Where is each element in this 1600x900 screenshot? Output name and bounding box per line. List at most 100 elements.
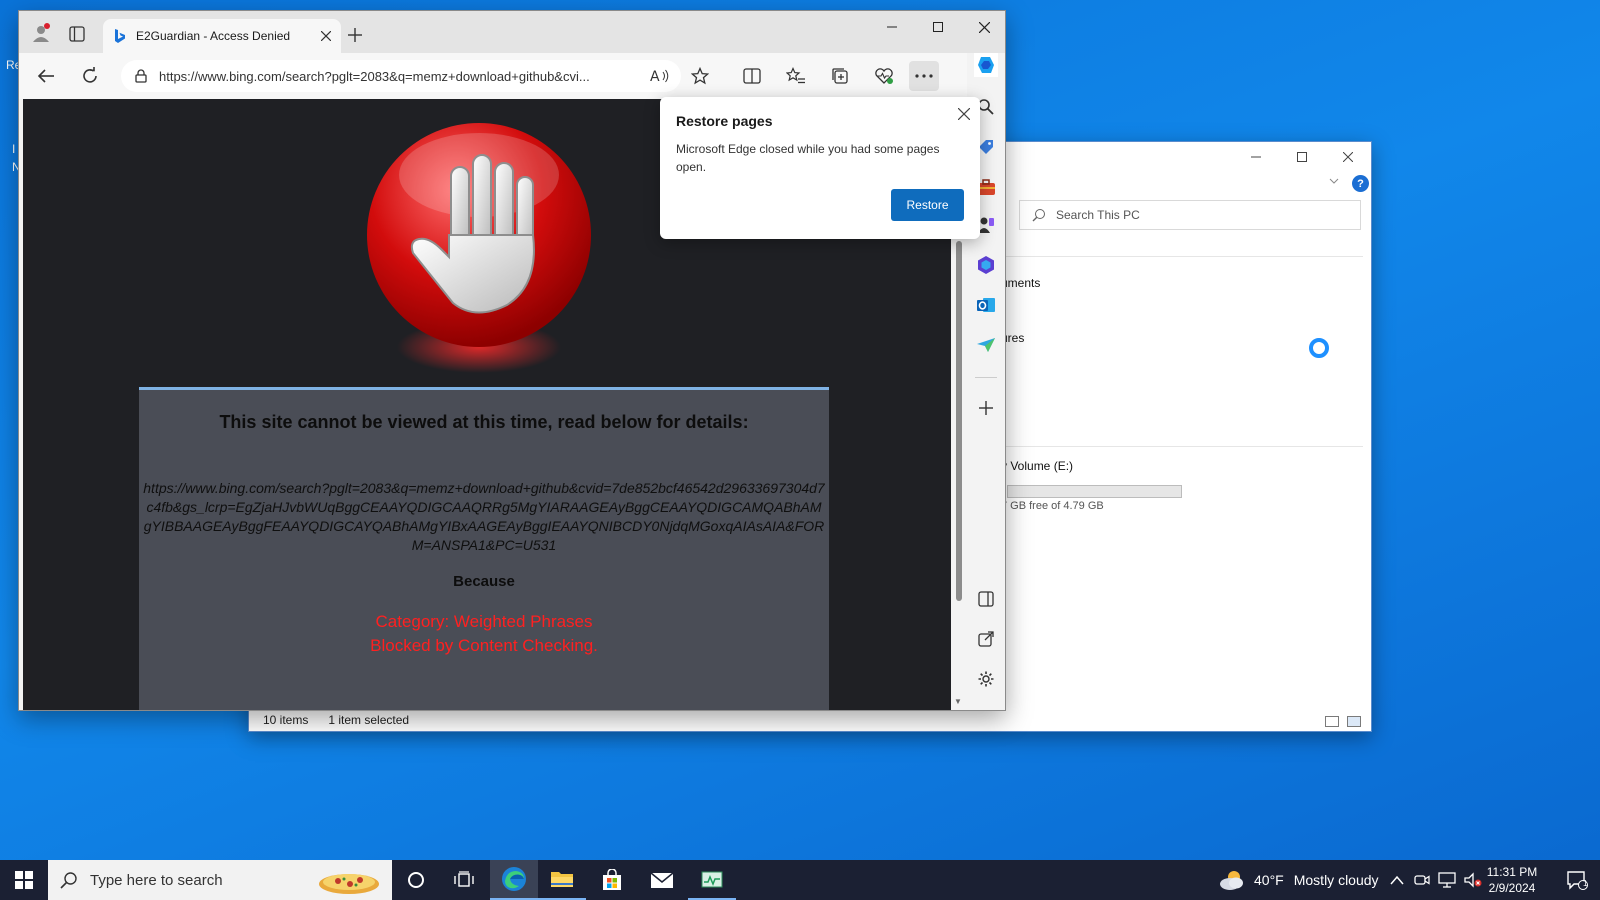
sidebar-divider bbox=[975, 377, 997, 378]
profile-avatar-icon[interactable] bbox=[29, 21, 53, 45]
divider bbox=[1001, 256, 1363, 257]
minimize-button[interactable] bbox=[1233, 142, 1279, 172]
stop-hand-icon bbox=[367, 123, 591, 373]
block-category: Category: Weighted Phrases bbox=[375, 612, 593, 631]
more-dots-icon bbox=[915, 74, 933, 78]
mail-button[interactable] bbox=[638, 860, 686, 900]
settings-and-more-button[interactable] bbox=[909, 61, 939, 91]
back-button[interactable] bbox=[31, 61, 61, 91]
close-tab-icon[interactable] bbox=[321, 31, 331, 41]
close-button[interactable] bbox=[1325, 142, 1371, 172]
weather-description: Mostly cloudy bbox=[1293, 872, 1379, 888]
ribbon-expand-chevron-icon[interactable] bbox=[1329, 176, 1339, 187]
outlook-icon[interactable] bbox=[974, 293, 998, 317]
split-screen-icon bbox=[743, 68, 761, 84]
sidebar-settings-gear-icon[interactable] bbox=[974, 667, 998, 691]
edge-taskbar-button[interactable] bbox=[490, 860, 538, 900]
blocked-url[interactable]: https://www.bing.com/search?pglt=2083&q=… bbox=[143, 479, 825, 555]
popup-message: Microsoft Edge closed while you had some… bbox=[676, 142, 940, 174]
microsoft-365-icon[interactable] bbox=[974, 253, 998, 277]
popup-close-icon[interactable] bbox=[957, 107, 971, 125]
microsoft-store-button[interactable] bbox=[588, 860, 636, 900]
url-text[interactable]: https://www.bing.com/search?pglt=2083&q=… bbox=[159, 69, 639, 84]
folder-item-documents[interactable]: uments bbox=[1001, 276, 1040, 290]
taskbar-search-box[interactable]: Type here to search bbox=[48, 860, 392, 900]
scroll-thumb[interactable] bbox=[956, 241, 962, 601]
read-aloud-button[interactable]: A bbox=[645, 61, 675, 91]
notification-count: 1 bbox=[1583, 879, 1588, 888]
clock-time: 11:31 PM bbox=[1486, 865, 1538, 879]
search-icon bbox=[1032, 209, 1045, 222]
task-manager-icon bbox=[701, 871, 723, 888]
scroll-down-arrow-icon[interactable]: ▼ bbox=[954, 697, 962, 706]
favorites-list-icon bbox=[786, 67, 805, 84]
new-tab-icon[interactable] bbox=[345, 25, 365, 45]
help-button[interactable]: ? bbox=[1352, 175, 1369, 192]
add-sidebar-app-icon[interactable] bbox=[974, 396, 998, 420]
block-method: Blocked by Content Checking. bbox=[370, 636, 598, 655]
drive-name-label[interactable]: v Volume (E:) bbox=[1001, 459, 1073, 473]
star-icon bbox=[691, 67, 709, 85]
details-view-icon[interactable] bbox=[1325, 716, 1339, 727]
drop-send-icon[interactable] bbox=[974, 333, 998, 357]
browser-essentials-button[interactable] bbox=[869, 61, 899, 91]
tab-actions-icon[interactable] bbox=[67, 24, 87, 44]
open-external-icon[interactable] bbox=[974, 627, 998, 651]
restore-pages-popup: Restore pages Microsoft Edge closed whil… bbox=[660, 97, 980, 239]
restore-button[interactable]: Restore bbox=[891, 189, 964, 221]
tab-title: E2Guardian - Access Denied bbox=[136, 29, 291, 43]
windows-logo-icon bbox=[15, 871, 33, 889]
svg-text:A: A bbox=[650, 69, 660, 84]
refresh-button[interactable] bbox=[75, 61, 105, 91]
favorites-button[interactable] bbox=[781, 61, 811, 91]
divider bbox=[1001, 446, 1363, 447]
window-controls bbox=[1233, 142, 1371, 172]
close-window-button[interactable] bbox=[961, 11, 1007, 43]
taskbar: Type here to search 40°F Mostly cloudy 1… bbox=[0, 860, 1600, 900]
browser-toolbar: https://www.bing.com/search?pglt=2083&q=… bbox=[19, 53, 1005, 99]
start-button[interactable] bbox=[0, 860, 48, 900]
drive-capacity-bar bbox=[1007, 485, 1182, 498]
file-explorer-taskbar-button[interactable] bbox=[538, 860, 586, 900]
address-bar[interactable]: https://www.bing.com/search?pglt=2083&q=… bbox=[121, 60, 681, 92]
maximize-button[interactable] bbox=[1279, 142, 1325, 172]
system-tray bbox=[1390, 860, 1482, 900]
status-selection: 1 item selected bbox=[328, 713, 410, 727]
title-bar: E2Guardian - Access Denied bbox=[19, 11, 1005, 53]
large-icons-view-icon[interactable] bbox=[1347, 716, 1361, 727]
popup-title: Restore pages bbox=[676, 113, 773, 129]
show-hidden-icons-chevron-icon[interactable] bbox=[1390, 875, 1404, 885]
edge-browser-window[interactable]: E2Guardian - Access Denied https://www.b… bbox=[18, 10, 1006, 711]
network-icon[interactable] bbox=[1438, 872, 1456, 888]
hide-sidebar-icon[interactable] bbox=[974, 587, 998, 611]
minimize-button[interactable] bbox=[869, 11, 915, 43]
cloudy-weather-icon bbox=[1220, 871, 1243, 890]
task-manager-button[interactable] bbox=[688, 860, 736, 900]
weather-widget[interactable]: 40°F Mostly cloudy bbox=[1218, 860, 1379, 900]
desktop-icon-label[interactable]: I bbox=[12, 142, 15, 156]
back-arrow-icon bbox=[37, 69, 54, 83]
heart-pulse-icon bbox=[875, 68, 893, 84]
drive-free-space: 7 GB free of 4.79 GB bbox=[1001, 500, 1104, 512]
view-toggle bbox=[1325, 716, 1361, 727]
meet-now-camera-icon[interactable] bbox=[1414, 873, 1430, 887]
taskbar-clock[interactable]: 11:31 PM 2/9/2024 bbox=[1482, 864, 1542, 896]
read-aloud-icon: A bbox=[650, 69, 669, 84]
action-center-button[interactable]: 1 bbox=[1554, 860, 1600, 900]
search-this-pc-input[interactable]: Search This PC bbox=[1019, 200, 1361, 230]
collections-icon bbox=[832, 68, 848, 84]
copilot-icon[interactable] bbox=[974, 53, 998, 77]
mail-envelope-icon bbox=[650, 872, 674, 888]
status-item-count: 10 items bbox=[263, 713, 309, 727]
refresh-icon bbox=[83, 67, 97, 83]
volume-muted-icon[interactable] bbox=[1464, 872, 1482, 888]
favorite-star-button[interactable] bbox=[685, 61, 715, 91]
collections-button[interactable] bbox=[825, 61, 855, 91]
split-screen-button[interactable] bbox=[737, 61, 767, 91]
tab-e2guardian[interactable]: E2Guardian - Access Denied bbox=[103, 19, 341, 53]
cortana-button[interactable] bbox=[392, 860, 440, 900]
maximize-button[interactable] bbox=[915, 11, 961, 43]
task-view-button[interactable] bbox=[440, 860, 488, 900]
lock-icon[interactable] bbox=[135, 69, 147, 83]
search-highlight-pizza-icon bbox=[319, 874, 379, 894]
